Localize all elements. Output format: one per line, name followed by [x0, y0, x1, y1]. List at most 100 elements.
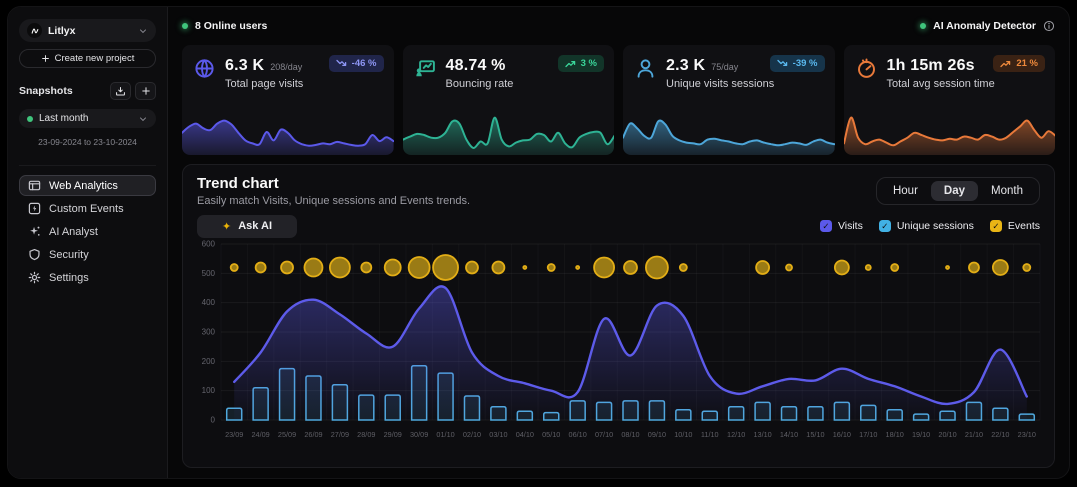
x-axis-tick: 11/10: [701, 430, 719, 439]
stat-cards: -46 %6.3 K208/dayTotal page visits3 %48.…: [182, 45, 1055, 155]
events-bubble: [361, 262, 371, 272]
legend-checkbox[interactable]: ✓: [990, 220, 1002, 232]
snapshots-label: Snapshots: [19, 85, 73, 97]
stat-card-1: 3 %48.74 %Bouncing rate: [403, 45, 615, 155]
info-icon[interactable]: [1043, 20, 1055, 32]
create-project-button[interactable]: Create new project: [19, 49, 156, 68]
trend-chart[interactable]: 010020030040050060023/0924/0925/0926/092…: [197, 239, 1044, 445]
events-bubble: [409, 257, 430, 278]
x-axis-tick: 22/10: [991, 430, 1009, 439]
x-axis-tick: 10/10: [674, 430, 692, 439]
x-axis-tick: 21/10: [965, 430, 983, 439]
project-selector[interactable]: Litlyx: [19, 19, 156, 42]
y-axis-tick: 600: [202, 240, 216, 249]
legend-checkbox[interactable]: ✓: [820, 220, 832, 232]
ask-ai-label: Ask AI: [238, 220, 272, 232]
snapshot-selected-label: Last month: [39, 113, 132, 124]
x-axis-tick: 04/10: [516, 430, 534, 439]
sidebar-item-custom-events[interactable]: Custom Events: [19, 198, 156, 219]
person-icon: [635, 58, 657, 80]
shield-icon: [28, 248, 41, 261]
events-bubble: [1023, 264, 1030, 271]
sidebar-item-security[interactable]: Security: [19, 244, 156, 265]
x-axis-tick: 27/09: [331, 430, 349, 439]
y-axis-tick: 400: [202, 298, 216, 307]
snapshot-selector[interactable]: Last month: [19, 109, 156, 128]
card-value: 1h 15m 26s: [887, 57, 975, 75]
trend-badge: -46 %: [329, 55, 384, 72]
range-toggle: HourDayMonth: [876, 177, 1040, 205]
range-option-month[interactable]: Month: [978, 181, 1036, 201]
anomaly-status-dot: [920, 23, 926, 29]
events-bubble: [576, 266, 579, 269]
card-rate: 208/day: [270, 62, 302, 72]
card-label: Total page visits: [225, 78, 303, 90]
project-name: Litlyx: [48, 25, 132, 37]
x-axis-tick: 19/10: [912, 430, 930, 439]
plus-icon: [41, 54, 50, 63]
x-axis-tick: 09/10: [648, 430, 666, 439]
events-bubble: [231, 264, 238, 271]
legend-checkbox[interactable]: ✓: [879, 220, 891, 232]
x-axis-tick: 17/10: [859, 430, 877, 439]
timer-icon: [856, 58, 878, 80]
card-sparkline: [844, 109, 1056, 155]
y-axis-tick: 300: [202, 328, 216, 337]
app-window: Litlyx Create new project Snapshots: [7, 6, 1070, 479]
card-value: 2.3 K: [666, 57, 705, 75]
events-bubble: [969, 262, 979, 272]
ask-ai-button[interactable]: ✦ Ask AI: [197, 215, 297, 238]
sidebar-item-ai-analyst[interactable]: AI Analyst: [19, 221, 156, 242]
events-bubble: [624, 261, 637, 274]
sidebar-nav: Web AnalyticsCustom Events AI Analyst Secu…: [19, 165, 156, 288]
events-bubble: [646, 256, 668, 278]
trend-badge: 3 %: [558, 55, 604, 72]
y-axis-tick: 200: [202, 357, 216, 366]
legend-item-visits[interactable]: ✓Visits: [820, 220, 863, 232]
sidebar-item-web-analytics[interactable]: Web Analytics: [19, 175, 156, 196]
legend-label: Unique sessions: [897, 220, 974, 232]
badge-value: -39 %: [793, 58, 818, 69]
bolt-square-icon: [28, 202, 41, 215]
trend-down-icon: [777, 59, 788, 68]
x-axis-tick: 03/10: [489, 430, 507, 439]
sidebar-item-settings[interactable]: Settings: [19, 267, 156, 288]
stat-card-3: 21 %1h 15m 26sTotal avg session time: [844, 45, 1056, 155]
sidebar-item-label: Settings: [49, 272, 89, 284]
range-option-hour[interactable]: Hour: [880, 181, 931, 201]
x-axis-tick: 06/10: [569, 430, 587, 439]
presentation-icon: [415, 58, 437, 80]
x-axis-tick: 01/10: [436, 430, 454, 439]
x-axis-tick: 30/09: [410, 430, 428, 439]
badge-value: 3 %: [581, 58, 597, 69]
sidebar-item-label: AI Analyst: [49, 226, 98, 238]
x-axis-tick: 05/10: [542, 430, 560, 439]
y-axis-tick: 0: [211, 416, 216, 425]
events-bubble: [304, 258, 322, 276]
range-option-day[interactable]: Day: [931, 181, 978, 201]
badge-value: 21 %: [1016, 58, 1038, 69]
plus-icon: [141, 86, 151, 96]
events-bubble: [866, 265, 871, 270]
events-bubble: [548, 264, 555, 271]
legend-item-unique-sessions[interactable]: ✓ Unique sessions: [879, 220, 974, 232]
card-sparkline: [182, 109, 394, 155]
online-users-label: 8 Online users: [195, 20, 267, 32]
export-snapshot-button[interactable]: [110, 82, 131, 100]
chevron-down-icon: [138, 114, 148, 124]
x-axis-tick: 13/10: [753, 430, 771, 439]
card-sparkline: [403, 109, 615, 155]
download-tray-icon: [115, 86, 126, 97]
x-axis-tick: 15/10: [806, 430, 824, 439]
globe-icon: [194, 58, 216, 80]
legend-item-events[interactable]: ✓Events: [990, 220, 1040, 232]
add-snapshot-button[interactable]: [135, 82, 156, 100]
chevron-down-icon: [138, 26, 148, 36]
card-label: Unique visits sessions: [666, 78, 774, 90]
sidebar-item-label: Security: [49, 249, 89, 261]
trend-up-icon: [565, 59, 576, 68]
x-axis-tick: 29/09: [384, 430, 402, 439]
y-axis-tick: 500: [202, 269, 216, 278]
x-axis-tick: 23/10: [1018, 430, 1036, 439]
status-dot: [27, 116, 33, 122]
